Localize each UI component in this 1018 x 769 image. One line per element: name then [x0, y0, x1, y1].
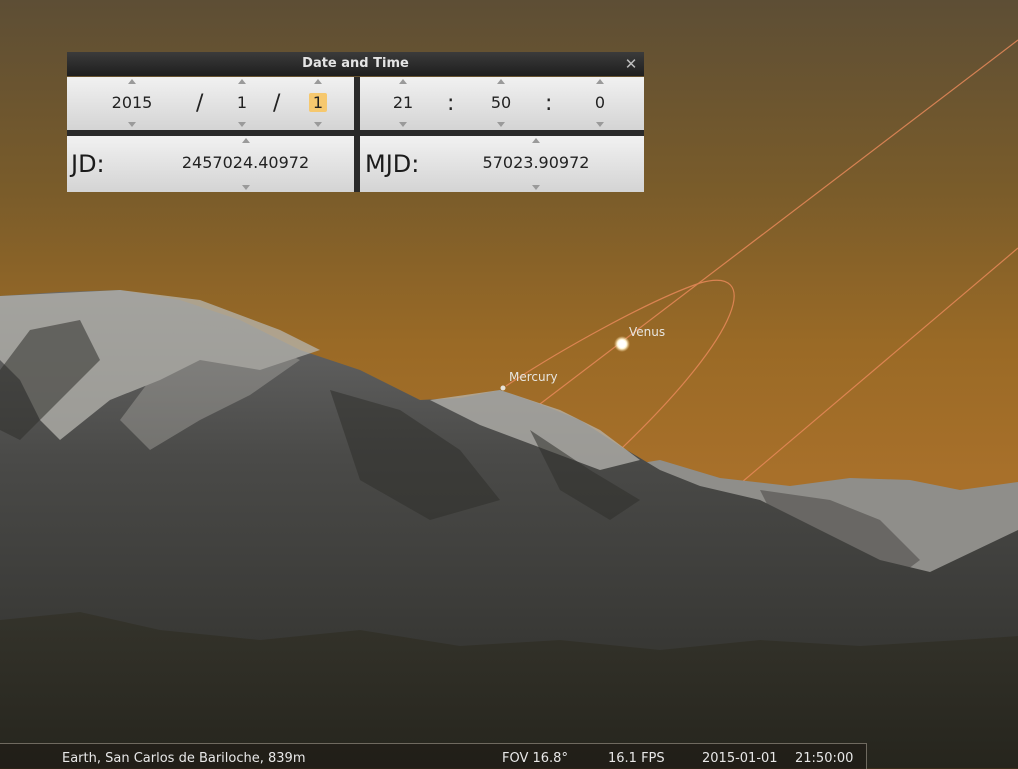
day-up-arrow[interactable] [314, 79, 322, 84]
date-time-dialog: Date and Time ✕ 2015 / 1 / 1 21 : 50: 0… [67, 52, 644, 192]
second-value[interactable]: 0 [570, 93, 630, 112]
minute-down-arrow[interactable] [497, 122, 505, 127]
jd-up-arrow[interactable] [241, 138, 250, 143]
jd-spinner[interactable]: 2457024.40972 [167, 136, 324, 192]
jd-down-arrow[interactable] [241, 185, 250, 190]
second-down-arrow[interactable] [596, 122, 604, 127]
dialog-title: Date and Time [67, 52, 644, 76]
time-separator: : [447, 91, 455, 116]
year-spinner[interactable]: 2015 [102, 77, 162, 129]
month-up-arrow[interactable] [238, 79, 246, 84]
time-separator: : [545, 91, 553, 116]
month-down-arrow[interactable] [238, 122, 246, 127]
mercury-marker[interactable] [500, 385, 506, 391]
time-text[interactable]: 21:50:00 [795, 751, 853, 766]
jd-value[interactable]: 2457024.40972 [167, 153, 324, 172]
date-text[interactable]: 2015-01-01 [702, 751, 778, 766]
hour-up-arrow[interactable] [399, 79, 407, 84]
year-up-arrow[interactable] [128, 79, 136, 84]
time-panel: 21 : 50 : 0 [360, 77, 644, 130]
minute-spinner[interactable]: 50 [471, 77, 531, 129]
month-spinner[interactable]: 1 [212, 77, 272, 129]
jd-panel: JD: 2457024.40972 [67, 136, 354, 192]
status-bar: Earth, San Carlos de Bariloche, 839m FOV… [0, 743, 867, 769]
second-spinner[interactable]: 0 [570, 77, 630, 129]
fps-text: 16.1 FPS [608, 751, 665, 766]
venus-core [618, 340, 626, 348]
hour-spinner[interactable]: 21 [373, 77, 433, 129]
year-value[interactable]: 2015 [102, 93, 162, 112]
fov-text: FOV 16.8° [502, 751, 568, 766]
mjd-value[interactable]: 57023.90972 [460, 153, 612, 172]
date-panel: 2015 / 1 / 1 [67, 77, 354, 130]
day-spinner[interactable]: 1 [288, 77, 348, 129]
mercury-label: Mercury [509, 370, 558, 384]
jd-label: JD: [71, 150, 105, 178]
close-icon[interactable]: ✕ [623, 55, 639, 73]
mjd-down-arrow[interactable] [532, 185, 540, 190]
day-down-arrow[interactable] [314, 122, 322, 127]
hour-down-arrow[interactable] [399, 122, 407, 127]
mjd-panel: MJD: 57023.90972 [360, 136, 644, 192]
location-text[interactable]: Earth, San Carlos de Bariloche, 839m [62, 751, 306, 766]
hour-value[interactable]: 21 [373, 93, 433, 112]
day-value[interactable]: 1 [309, 93, 327, 112]
month-value[interactable]: 1 [212, 93, 272, 112]
second-up-arrow[interactable] [596, 79, 604, 84]
year-down-arrow[interactable] [128, 122, 136, 127]
date-separator: / [196, 91, 204, 116]
mjd-label: MJD: [365, 150, 420, 178]
minute-up-arrow[interactable] [497, 79, 505, 84]
mjd-spinner[interactable]: 57023.90972 [460, 136, 612, 192]
date-separator: / [273, 91, 281, 116]
minute-value[interactable]: 50 [471, 93, 531, 112]
mjd-up-arrow[interactable] [532, 138, 540, 143]
venus-label: Venus [629, 325, 666, 339]
